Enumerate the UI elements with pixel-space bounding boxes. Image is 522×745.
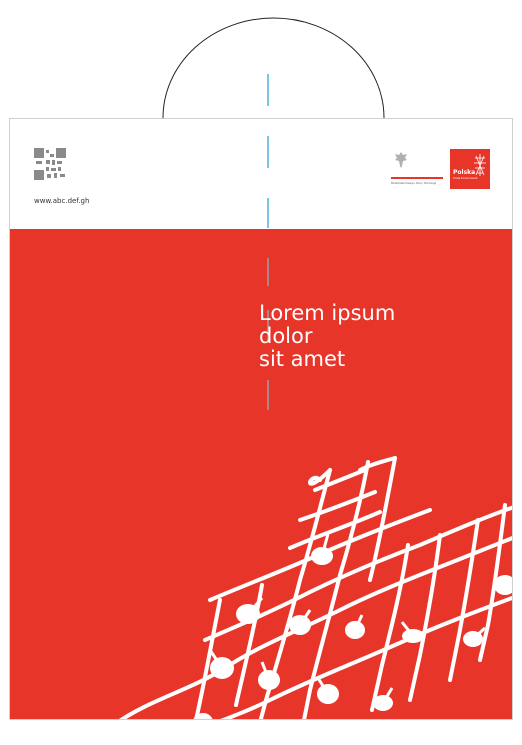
- grid-illustration: [118, 456, 512, 719]
